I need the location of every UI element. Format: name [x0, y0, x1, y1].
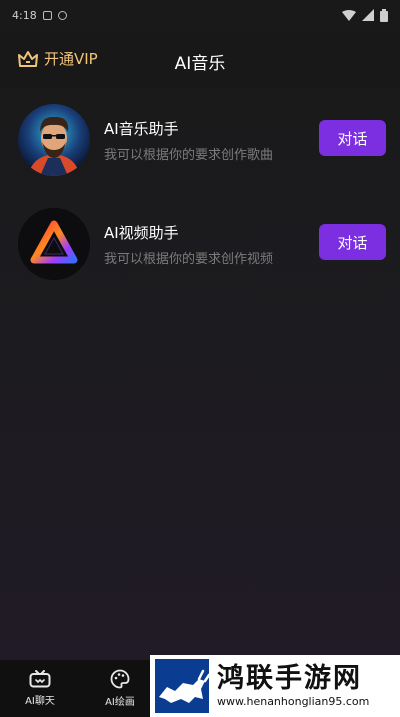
assistant-description: 我可以根据你的要求创作视频	[104, 252, 274, 267]
site-watermark: 鸿联手游网 www.henanhonglian95.com	[150, 655, 400, 717]
assistant-card-video[interactable]: AI视频助手 我可以根据你的要求创作视频 对话	[0, 192, 400, 296]
watermark-text: 鸿联手游网 www.henanhonglian95.com	[217, 663, 369, 709]
assistant-list: AI音乐助手 我可以根据你的要求创作歌曲 对话 AI视频助手 我可以根据你的要求…	[0, 88, 400, 296]
tab-ai-chat[interactable]: AI聊天	[0, 660, 80, 717]
bearded-man-portrait-icon	[18, 104, 90, 176]
watermark-url: www.henanhonglian95.com	[217, 695, 370, 708]
crown-icon	[18, 50, 38, 67]
tab-label: AI绘画	[105, 697, 135, 708]
tab-ai-painting[interactable]: AI绘画	[80, 660, 160, 717]
status-time: 4:18	[12, 8, 37, 22]
bull-logo-icon	[155, 659, 211, 713]
status-right	[342, 8, 388, 22]
palette-icon	[110, 669, 130, 689]
music-assistant-avatar	[18, 104, 90, 176]
tv-icon	[29, 670, 51, 688]
video-assistant-avatar	[18, 208, 90, 280]
notification-icon	[42, 10, 52, 20]
vip-button[interactable]: 开通VIP	[18, 48, 98, 69]
status-bar: 4:18	[0, 0, 400, 30]
gradient-triangle-logo-icon	[18, 208, 90, 280]
status-left: 4:18	[12, 9, 67, 22]
assistant-title: AI视频助手	[104, 224, 179, 242]
vip-label: 开通VIP	[44, 50, 98, 68]
watermark-brand: 鸿联手游网	[217, 663, 362, 694]
wifi-icon	[342, 9, 356, 21]
assistant-title: AI音乐助手	[104, 120, 179, 138]
chat-button-music[interactable]: 对话	[319, 120, 386, 156]
signal-icon	[362, 9, 374, 21]
chat-button-video[interactable]: 对话	[319, 224, 386, 260]
settings-notification-icon	[57, 10, 67, 20]
assistant-card-music[interactable]: AI音乐助手 我可以根据你的要求创作歌曲 对话	[0, 88, 400, 192]
battery-icon	[380, 8, 388, 22]
app-header: 开通VIP AI音乐	[0, 32, 400, 88]
assistant-description: 我可以根据你的要求创作歌曲	[104, 148, 274, 163]
tab-label: AI聊天	[25, 696, 55, 707]
